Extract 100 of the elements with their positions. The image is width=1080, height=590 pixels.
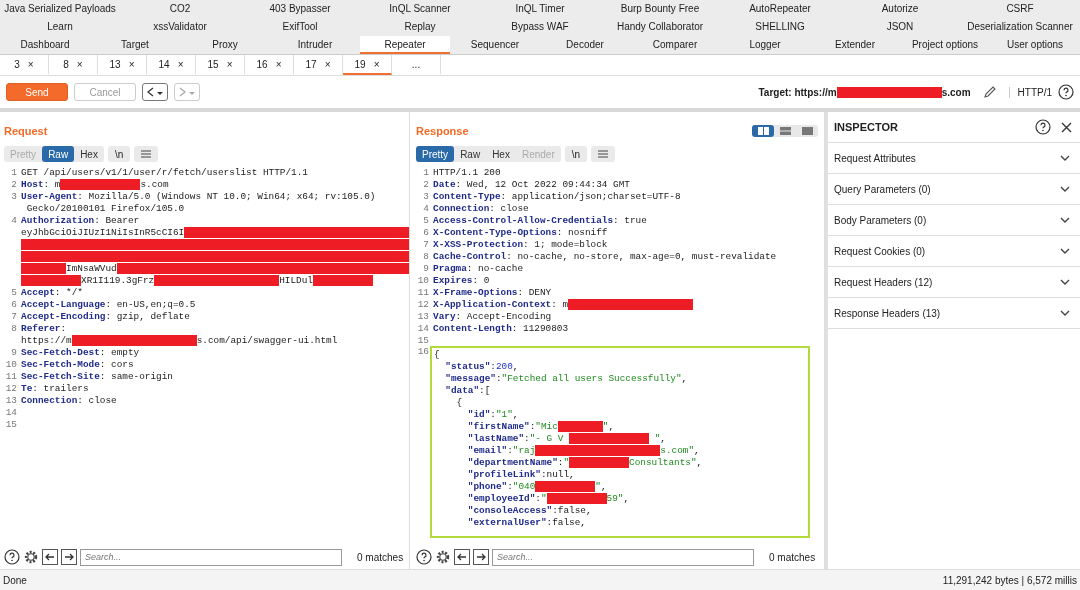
tool-tab[interactable]: Comparer [630, 36, 720, 54]
chevron-down-icon[interactable] [1060, 216, 1070, 224]
tool-tab[interactable]: User options [990, 36, 1080, 54]
menu-icon[interactable] [134, 146, 159, 162]
tool-tab[interactable]: Learn [0, 18, 120, 36]
close-icon[interactable]: × [373, 58, 380, 70]
close-icon[interactable] [1061, 121, 1072, 133]
view-tab[interactable]: Hex [486, 146, 516, 162]
layout-icon[interactable] [801, 127, 813, 135]
settings-icon[interactable] [435, 549, 451, 565]
tool-tab[interactable]: Replay [360, 18, 480, 36]
tool-tab[interactable]: Autorize [840, 0, 960, 18]
tool-tab[interactable]: 403 Bypasser [240, 0, 360, 18]
tool-tab[interactable]: Sequencer [450, 36, 540, 54]
tool-tab[interactable]: CO2 [120, 0, 240, 18]
tool-tab[interactable]: Decoder [540, 36, 630, 54]
close-icon[interactable]: × [324, 58, 331, 70]
code-text: X-XSS-Protection: 1; mode=block [433, 238, 608, 250]
search-field[interactable]: Search... [492, 548, 754, 566]
menu-icon[interactable] [591, 146, 616, 162]
chevron-down-icon[interactable] [1060, 278, 1070, 286]
layout-icon[interactable] [757, 127, 769, 135]
request-tab[interactable]: 16 × [245, 55, 294, 75]
line-number: 13 [4, 394, 17, 406]
tool-tab[interactable]: Dashboard [0, 36, 90, 54]
tool-tab[interactable]: xssValidator [120, 18, 240, 36]
layout-toggle[interactable] [752, 125, 774, 137]
inspector-section[interactable]: Response Headers (13) [828, 298, 1080, 329]
chevron-down-icon[interactable] [1060, 247, 1070, 255]
line-number: 11 [416, 286, 429, 298]
tool-tab[interactable]: ExifTool [240, 18, 360, 36]
tool-tab[interactable]: Extender [810, 36, 900, 54]
protocol-label[interactable]: HTTP/1 [1008, 86, 1052, 98]
close-icon[interactable]: × [76, 58, 83, 70]
layout-icon[interactable] [779, 127, 791, 135]
tool-tab[interactable]: Logger [720, 36, 810, 54]
tool-tab[interactable]: Target [90, 36, 180, 54]
chevron-left-icon[interactable] [147, 87, 154, 97]
line-number: 8 [422, 250, 429, 262]
code-text: X-Application-Context: m [433, 298, 569, 310]
pencil-icon[interactable] [982, 85, 997, 99]
tool-tab[interactable]: Bypass WAF [480, 18, 600, 36]
request-tab[interactable]: 3 × [0, 55, 49, 75]
close-icon[interactable]: × [275, 58, 282, 70]
tool-tab[interactable]: Repeater [360, 36, 450, 54]
line-number: 12 [416, 298, 429, 310]
chevron-down-icon[interactable] [1060, 154, 1070, 162]
request-tab[interactable]: ... [392, 55, 441, 75]
request-tab[interactable]: 17 × [294, 55, 343, 75]
view-tab[interactable]: Raw [42, 146, 75, 162]
newline-toggle[interactable]: \n [107, 146, 131, 162]
code-text: Gecko/20100101 Firefox/105.0 [25, 202, 185, 214]
inspector-section[interactable]: Request Headers (12) [828, 267, 1080, 298]
request-tab[interactable]: 13 × [98, 55, 147, 75]
search-field[interactable]: Search... [80, 548, 342, 566]
close-icon[interactable]: × [177, 58, 184, 70]
tool-tab[interactable]: Handy Collaborator [600, 18, 720, 36]
tool-tab[interactable]: Intruder [270, 36, 360, 54]
target-host: s.com [941, 86, 971, 98]
close-icon[interactable]: × [27, 58, 34, 70]
help-icon[interactable] [416, 549, 432, 565]
inspector-section[interactable]: Request Cookies (0) [828, 236, 1080, 267]
request-tab[interactable]: 15 × [196, 55, 245, 75]
request-tab[interactable]: 14 × [147, 55, 196, 75]
chevron-down-icon[interactable] [1060, 185, 1070, 193]
code-text: ", [595, 480, 607, 492]
code-text: Content-Length: 11290803 [433, 322, 569, 334]
help-icon[interactable] [1035, 119, 1051, 135]
tool-tab[interactable]: Java Serialized Payloads [0, 0, 120, 18]
tool-tab[interactable]: InQL Timer [480, 0, 600, 18]
view-tab[interactable]: Raw [454, 146, 487, 162]
close-icon[interactable]: × [226, 58, 233, 70]
code-text: Pragma: no-cache [433, 262, 524, 274]
tool-tab[interactable]: Burp Bounty Free [600, 0, 720, 18]
code-text: Authorization: Bearer [21, 214, 140, 226]
inspector-section[interactable]: Query Parameters (0) [828, 174, 1080, 205]
help-icon[interactable] [1058, 84, 1074, 100]
line-number: 6 [10, 298, 17, 310]
help-icon[interactable] [4, 549, 20, 565]
view-tab[interactable]: Pretty [416, 146, 455, 162]
tool-tab[interactable]: AutoRepeater [720, 0, 840, 18]
tool-tab[interactable]: InQL Scanner [360, 0, 480, 18]
inspector-section[interactable]: Body Parameters (0) [828, 205, 1080, 236]
tool-tab[interactable]: Proxy [180, 36, 270, 54]
tool-tab[interactable]: CSRF [960, 0, 1080, 18]
view-tab[interactable]: Hex [74, 146, 104, 162]
settings-icon[interactable] [23, 549, 39, 565]
newline-toggle[interactable]: \n [564, 146, 588, 162]
match-count: 0 matches [357, 551, 404, 563]
tool-tab[interactable]: JSON [840, 18, 960, 36]
request-tab[interactable]: 8 × [49, 55, 98, 75]
chevron-down-icon[interactable] [1060, 309, 1070, 317]
back-button[interactable] [142, 83, 168, 101]
request-tab[interactable]: 19 × [343, 55, 392, 75]
tool-tab[interactable]: Project options [900, 36, 990, 54]
inspector-section[interactable]: Request Attributes [828, 143, 1080, 174]
tool-tab[interactable]: Deserialization Scanner [960, 18, 1080, 36]
close-icon[interactable]: × [128, 58, 135, 70]
tool-tab[interactable]: SHELLING [720, 18, 840, 36]
line-number: 4 [10, 214, 17, 226]
